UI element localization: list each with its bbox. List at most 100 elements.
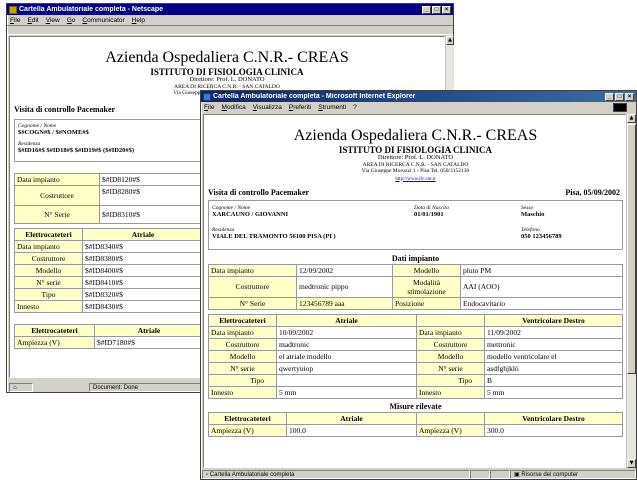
scroll-thumb[interactable] [627,124,636,374]
scroll-down-icon[interactable]: ▼ [627,459,636,468]
page-link[interactable]: http://www.ifc.cnr.it [208,177,623,182]
measures-head-col1: Elettrocateteri [14,323,95,337]
electro-label: N° serie [14,275,83,289]
implant-serial-value: 123456789 aaa [296,296,393,310]
ie-vscroll[interactable]: ▲ ▼ [626,114,636,468]
menu-modifica[interactable]: Modifica [222,104,246,111]
implant-date-value: 12/09/2002 [296,263,393,277]
residence-label: Residenza [18,140,41,147]
implant-maker-value: medtronic pippo [296,275,393,298]
measure-ventricular-value: 300.0 [484,423,623,437]
electro-label: Data impianto [416,325,485,339]
scroll-up-icon[interactable]: ▲ [446,36,454,45]
measure-label: Ampiezza (V) [416,423,485,437]
table-row: Data impianto $#ID8120#$ [14,172,204,186]
visit-title: Visita di controllo Pacemaker [208,187,310,197]
electro-ventricular-value: 11/09/2002 [484,325,623,339]
scroll-up-icon[interactable]: ▲ [627,114,636,123]
implant-date-label: Data impianto [14,172,100,186]
table-row: Tipo Tipo B [208,373,623,387]
table-row: N° Serie 123456789 aaa Posizione Endocav… [208,296,623,310]
implant-position-label: Posizione [392,296,461,310]
menu-strumenti[interactable]: Strumenti [318,104,346,111]
menu-view[interactable]: View [46,17,60,24]
table-row: Ampiezza (V) 100.0 Ampiezza (V) 300.0 [208,423,623,437]
status-cell [490,469,510,479]
status-zone: ▣ Risorse del computer [510,469,636,479]
implant-maker-value: $#ID8280#$ [99,184,204,206]
table-row: Costruttore medtronic pippo Modalità sti… [208,275,623,298]
electro-label: Innesto [208,385,277,399]
close-icon[interactable]: × [442,5,451,14]
measures-table: Elettrocateteri Atriale Ampiezza (V) $#I… [14,323,204,349]
menu-file[interactable]: File [204,104,215,111]
measures-head-atrial: Atriale [94,323,204,337]
implant-date-label: Data impianto [208,263,297,277]
table-row: Ampiezza (V) $#ID7180#$ [14,335,204,349]
electro-atrial-value: 10/09/2002 [276,325,417,339]
menu-go[interactable]: Go [67,17,76,24]
implant-model-value: pluto PM [460,263,623,277]
electro-value: $#ID8430#$ [82,299,204,313]
ie-title: Cartella Ambulatoriale completa - Micros… [213,93,416,100]
table-row: Elettrocateteri Atriale [14,227,204,241]
section-m: M [14,315,210,324]
electro-ventricular-value: 5 mm [484,385,623,399]
sex-value: Maschio [521,210,545,218]
dob-value: 01/01/1901 [414,210,444,218]
electro-ventricular-value: modello ventricolare el [484,349,623,363]
table-row: N° serie $#ID8410#$ [14,275,204,289]
table-row: Innesto 5 mm Innesto 5 mm [208,385,623,399]
maximize-icon[interactable]: □ [615,92,624,101]
electro-value: $#ID8380#$ [82,251,204,265]
sex-label: Sesso [521,204,534,211]
implant-section-title: Dati impianto [391,253,440,263]
table-row: Costruttore $#ID8280#$ [14,184,204,206]
page-address: Via Giuseppe Moruzzi 1 - Pisa Tel. 050/3… [361,168,470,174]
electro-head-blank [416,313,485,327]
minimize-icon[interactable]: _ [605,92,614,101]
netscape-title: Cartella Ambulatoriale completa - Netsca… [19,6,164,13]
page-org-title: Azienda Ospedaliera C.N.R.- CREAS [293,127,538,144]
phone-label: Telefono [521,226,540,233]
table-row: Elettrocateteri Atriale Ventricolare Des… [208,313,623,327]
electro-label: Data impianto [208,325,277,339]
ie-window[interactable]: Cartella Ambulatoriale completa - Micros… [200,90,637,480]
electro-value: $#ID8320#$ [82,287,204,301]
table-row: Modello el atriale modello Modello model… [208,349,623,363]
ie-page: Azienda Ospedaliera C.N.R.- CREAS ISTITU… [203,114,626,468]
menu-help[interactable]: Help [132,17,145,24]
electro-atrial-value: qwertyuiop [276,361,417,375]
menu-communicator[interactable]: Communicator [82,17,124,24]
maximize-icon[interactable]: □ [432,5,441,14]
name-label: Cognome / Nome [212,204,251,211]
implant-serial-label: N° Serie [14,204,100,224]
menu-visualizza[interactable]: Visualizza [253,104,282,111]
visit-date: Pisa, 05/09/2002 [565,187,620,197]
minimize-icon[interactable]: _ [422,5,431,14]
menu-help[interactable]: ? [353,104,357,111]
netscape-titlebar[interactable]: Cartella Ambulatoriale completa - Netsca… [7,4,453,15]
ie-titlebar[interactable]: Cartella Ambulatoriale completa - Micros… [201,91,636,102]
electro-head-col1: Elettrocateteri [208,313,277,327]
electro-label: Data impianto [14,239,83,253]
electro-atrial-value: 5 mm [276,385,417,399]
electro-head-ventricular: Ventricolare Destro [484,313,623,327]
electro-value: $#ID8400#$ [82,263,204,277]
menu-file[interactable]: File [10,17,21,24]
table-row: N° serie qwertyuiop N° serie asdfghjklò [208,361,623,375]
electro-label: N° serie [416,361,485,375]
table-row: Innesto $#ID8430#$ [14,299,204,313]
close-icon[interactable]: × [625,92,634,101]
implant-table: Data impianto 12/09/2002 Modello pluto P… [208,263,623,310]
table-row: Data impianto 10/09/2002 Data impianto 1… [208,325,623,339]
electro-label: Costruttore [208,337,277,351]
table-row: N° Serie $#ID8310#$ [14,204,204,224]
table-row: Costruttore madtronic Costruttore mettro… [208,337,623,351]
menu-edit[interactable]: Edit [28,17,39,24]
measures-head-col1: Elettrocateteri [208,411,287,425]
menu-preferiti[interactable]: Preferiti [289,104,311,111]
windows-logo-icon [613,103,627,112]
electro-label: Tipo [14,287,83,301]
visit-row: Visita di controllo Pacemaker Pisa, 05/0… [208,188,623,197]
